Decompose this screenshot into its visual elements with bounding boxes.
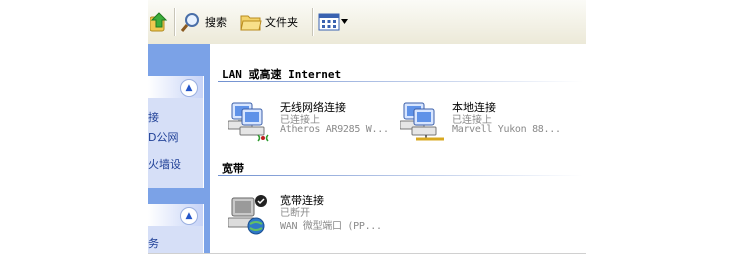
group-title-broadband: 宽带	[222, 162, 244, 175]
task-link-office-network[interactable]: D公网	[148, 129, 178, 145]
connection-device: WAN 微型端口 (PP...	[280, 221, 382, 232]
collapse-icon[interactable]: ▲	[180, 79, 198, 97]
group-divider	[218, 81, 583, 82]
views-icon	[318, 13, 340, 31]
views-button[interactable]	[318, 9, 348, 35]
folders-label: 文件夹	[265, 16, 298, 29]
group-title-lan: LAN 或高速 Internet	[222, 68, 342, 81]
broadband-connection-icon	[228, 195, 267, 235]
window-bottom-edge	[148, 253, 586, 254]
toolbar-separator	[312, 8, 314, 36]
search-icon	[180, 13, 199, 32]
dropdown-arrow-icon	[341, 19, 348, 24]
task-link-firewall-settings[interactable]: 火墙设	[148, 156, 181, 172]
network-connections-window: 搜索 文件夹 ▲ 接 D公网 火墙设 ▲ 务 LAN 或高速 Internet …	[148, 0, 586, 253]
wireless-network-icon	[228, 102, 269, 142]
toolbar-separator	[174, 8, 176, 36]
task-pane-panel-network: ▲ 接 D公网 火墙设	[148, 76, 204, 188]
up-folder-button[interactable]	[150, 9, 168, 35]
up-arrow-icon	[150, 12, 168, 32]
folders-button[interactable]: 文件夹	[240, 9, 298, 35]
task-pane-panel-tasks: ▲ 务	[148, 204, 204, 253]
task-pane: ▲ 接 D公网 火墙设 ▲ 务	[148, 44, 210, 253]
connection-device: Marvell Yukon 88...	[452, 124, 561, 135]
connection-device: Atheros AR9285 W...	[280, 124, 389, 135]
connection-local[interactable]: 本地连接 已连接上 Marvell Yukon 88...	[400, 99, 575, 147]
folder-icon	[240, 15, 262, 31]
connection-broadband[interactable]: 宽带连接 已断开 WAN 微型端口 (PP...	[228, 192, 403, 240]
local-network-icon	[400, 102, 444, 141]
connections-list: LAN 或高速 Internet 无线网络连接 已连接上 Atheros AR9…	[210, 44, 586, 253]
search-button[interactable]: 搜索	[180, 9, 227, 35]
task-link-create-connection[interactable]: 接	[148, 109, 159, 125]
connection-wireless[interactable]: 无线网络连接 已连接上 Atheros AR9285 W...	[228, 99, 403, 147]
task-link-network-task[interactable]: 务	[148, 235, 159, 251]
search-label: 搜索	[205, 16, 227, 29]
group-divider	[218, 175, 583, 176]
collapse-icon[interactable]: ▲	[180, 207, 198, 225]
toolbar: 搜索 文件夹	[148, 0, 586, 45]
